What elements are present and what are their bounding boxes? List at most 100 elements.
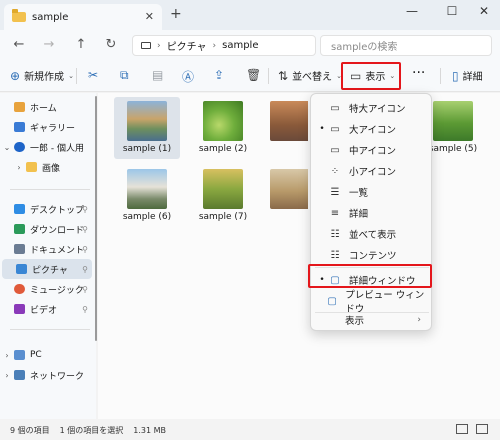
share-button[interactable]: ⇪ (214, 68, 224, 82)
new-button[interactable]: ⊕ 新規作成 ⌄ (10, 68, 74, 84)
sidebar-item-label: ギャラリー (30, 123, 76, 134)
sort-icon: ⇅ (278, 68, 289, 83)
address-bar[interactable]: › ピクチャ › sample (132, 35, 316, 56)
thumbnail-view-icon[interactable] (476, 424, 488, 434)
file-item[interactable]: sample (1) (114, 97, 180, 159)
up-button[interactable]: ↑ (72, 37, 90, 52)
tab-title: sample (32, 11, 69, 23)
menu-item-details[interactable]: ≡ 詳細 (315, 203, 429, 223)
menu-item-list[interactable]: ☰ 一覧 (315, 182, 429, 202)
cut-button[interactable]: ✂ (88, 68, 98, 82)
tiles-icon: ☷ (330, 228, 340, 240)
menu-item-show[interactable]: 表示 › (315, 310, 429, 330)
pin-icon: ⚲ (82, 244, 88, 254)
menu-item-large-icons[interactable]: • ▭ 大アイコン (315, 119, 429, 139)
sidebar-item-documents[interactable]: ドキュメント ⚲ (0, 239, 92, 259)
command-bar: ⊕ 新規作成 ⌄ ✂ ⧉ ▤ Ⓐ ⇪ 🗑 ⇅ 並べ替え ⌄ ▭ 表示 ⌄ ···… (0, 60, 500, 92)
pin-icon: ⚲ (82, 304, 88, 314)
sidebar-item-label: ミュージック (30, 285, 84, 296)
more-options-button[interactable]: ··· (412, 65, 425, 81)
sidebar-item-downloads[interactable]: ダウンロード ⚲ (0, 219, 92, 239)
file-item[interactable] (270, 97, 308, 159)
forward-button[interactable]: → (40, 37, 58, 52)
menu-item-content[interactable]: ☷ コンテンツ (315, 245, 429, 265)
sidebar-scrollbar[interactable] (95, 96, 97, 341)
sidebar-item-pc[interactable]: › PC (0, 345, 92, 365)
sidebar-item-home[interactable]: ホーム (0, 97, 92, 117)
new-tab-button[interactable]: + (170, 6, 182, 22)
copy-button[interactable]: ⧉ (120, 68, 129, 83)
tab-close-button[interactable]: ✕ (145, 10, 154, 23)
file-thumbnail (270, 101, 308, 141)
chevron-right-icon: › (417, 315, 421, 325)
sidebar-item-pictures[interactable]: ピクチャ ⚲ (2, 259, 92, 279)
file-item[interactable]: sample (7) (190, 165, 256, 227)
search-input[interactable]: sampleの検索 (320, 35, 492, 56)
file-thumbnail (127, 169, 167, 209)
details-view-icon[interactable] (456, 424, 468, 434)
chevron-down-icon[interactable]: ⌄ (0, 143, 14, 152)
file-thumbnail (203, 101, 243, 141)
close-window-button[interactable]: ✕ (472, 4, 496, 22)
menu-item-tiles[interactable]: ☷ 並べて表示 (315, 224, 429, 244)
selection-size: 1.31 MB (133, 425, 167, 435)
home-icon (14, 102, 25, 112)
file-thumbnail (433, 101, 473, 141)
maximize-button[interactable]: ☐ (440, 4, 464, 22)
menu-item-preview-pane[interactable]: ▢ プレビュー ウィンドウ (315, 290, 429, 315)
trash-icon: 🗑 (246, 68, 262, 82)
scissors-icon: ✂ (88, 68, 99, 82)
network-icon (14, 370, 25, 380)
paste-button[interactable]: ▤ (152, 68, 163, 82)
download-icon (14, 224, 25, 234)
sidebar-item-label: PC (30, 350, 42, 360)
menu-item-label: コンテンツ (349, 251, 397, 262)
toolbar-divider (76, 68, 77, 84)
sidebar-item-label: ネットワーク (30, 371, 85, 382)
sidebar-item-onedrive[interactable]: ⌄ 一郎 - 個人用 (0, 137, 92, 157)
sidebar-item-images[interactable]: › 画像 (0, 157, 92, 177)
chevron-right-icon[interactable]: › (12, 163, 26, 172)
monitor-icon: ▭ (330, 102, 340, 114)
minimize-button[interactable]: — (400, 4, 424, 22)
plus-icon: ⊕ (10, 68, 21, 83)
tab-sample[interactable]: sample ✕ (4, 4, 162, 30)
pictures-icon (16, 264, 27, 274)
sort-button[interactable]: ⇅ 並べ替え ⌄ (278, 68, 342, 84)
folder-icon (26, 162, 37, 172)
rename-button[interactable]: Ⓐ (182, 68, 194, 85)
details-pane-button[interactable]: ▯ 詳細 (452, 68, 483, 84)
file-item[interactable]: sample (6) (114, 165, 180, 227)
menu-item-extra-large-icons[interactable]: ▭ 特大アイコン (315, 98, 429, 118)
menu-item-label: 並べて表示 (349, 230, 397, 241)
file-name: sample (2) (198, 144, 248, 154)
chevron-right-icon[interactable]: › (0, 351, 14, 360)
sidebar-item-music[interactable]: ミュージック ⚲ (0, 279, 92, 299)
menu-item-medium-icons[interactable]: ▭ 中アイコン (315, 140, 429, 160)
sidebar-item-desktop[interactable]: デスクトップ ⚲ (0, 199, 92, 219)
content-icon: ☷ (330, 249, 340, 261)
back-button[interactable]: ← (10, 37, 28, 52)
small-icons-icon: ⁘ (330, 165, 340, 177)
sidebar-item-network[interactable]: › ネットワーク (0, 365, 92, 385)
sidebar-item-videos[interactable]: ビデオ ⚲ (0, 299, 92, 319)
file-item[interactable] (270, 165, 308, 227)
pin-icon: ⚲ (82, 284, 88, 294)
monitor-icon: ▭ (330, 123, 340, 135)
preview-pane-icon: ▢ (327, 295, 337, 307)
view-button-highlight (341, 62, 401, 90)
path-separator: › (157, 40, 161, 51)
menu-item-label: 小アイコン (349, 167, 397, 178)
path-sample[interactable]: sample (222, 40, 258, 51)
sidebar-item-gallery[interactable]: ギャラリー (0, 117, 92, 137)
menu-item-small-icons[interactable]: ⁘ 小アイコン (315, 161, 429, 181)
toolbar-divider (440, 68, 441, 84)
file-list: sample (1) sample (2) sample (5) sample … (98, 93, 500, 419)
refresh-button[interactable]: ↻ (102, 37, 120, 52)
file-name: sample (6) (122, 212, 172, 222)
delete-button[interactable]: 🗑 (246, 68, 261, 82)
sidebar-divider (10, 329, 90, 330)
file-item[interactable]: sample (2) (190, 97, 256, 159)
path-pictures[interactable]: ピクチャ (167, 38, 207, 53)
chevron-right-icon[interactable]: › (0, 371, 14, 380)
